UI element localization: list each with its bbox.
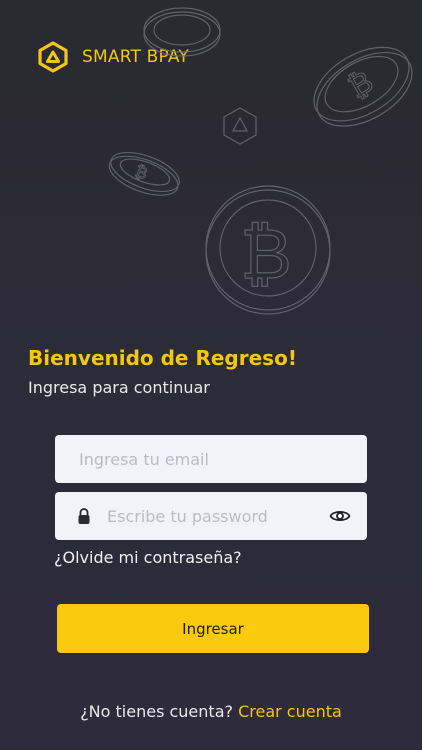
coin-left-icon: ₿ xyxy=(108,151,180,196)
password-input[interactable] xyxy=(105,491,329,541)
email-field[interactable] xyxy=(55,434,367,484)
welcome-subtitle: Ingresa para continuar xyxy=(28,378,210,397)
signup-prompt-text: ¿No tienes cuenta? xyxy=(80,702,233,721)
password-field[interactable] xyxy=(55,491,367,541)
eye-icon[interactable] xyxy=(329,508,351,524)
hexagon-logo-icon xyxy=(38,41,68,73)
create-account-link[interactable]: Crear cuenta xyxy=(238,702,342,721)
login-button[interactable]: Ingresar xyxy=(57,604,369,653)
brand-name: SMART BPAY xyxy=(82,47,189,67)
welcome-title: Bienvenido de Regreso! xyxy=(28,346,297,370)
forgot-password-link[interactable]: ¿Olvide mi contraseña? xyxy=(54,548,242,567)
coin-big-icon: ₿ xyxy=(205,185,331,315)
svg-text:₿: ₿ xyxy=(240,213,292,295)
coin-right-icon: ₿ xyxy=(313,46,413,127)
app-logo: SMART BPAY xyxy=(36,40,189,74)
lock-icon xyxy=(78,508,90,524)
small-hexagon-icon xyxy=(223,107,257,145)
svg-text:₿: ₿ xyxy=(343,64,380,105)
svg-text:₿: ₿ xyxy=(133,161,151,183)
email-input[interactable] xyxy=(77,434,367,484)
signup-prompt: ¿No tienes cuenta? Crear cuenta xyxy=(0,702,422,721)
